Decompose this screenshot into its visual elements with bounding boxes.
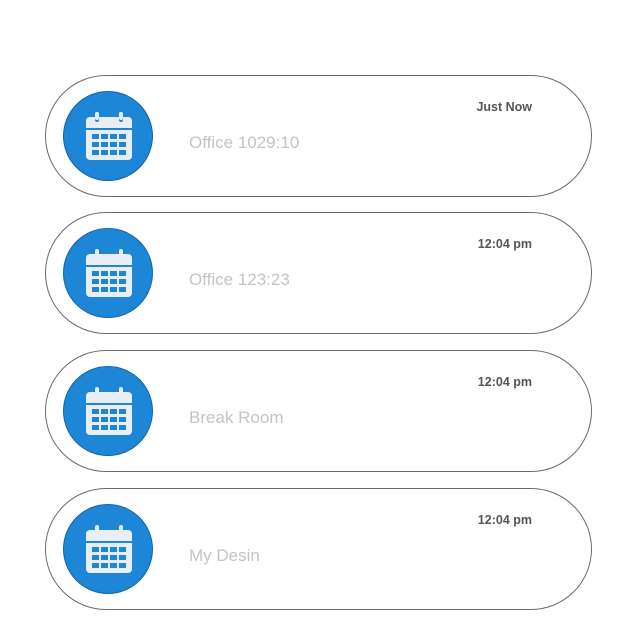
item-title: Break Room (189, 408, 284, 427)
calendar-avatar (63, 504, 153, 594)
item-title: My Desin (189, 546, 260, 565)
list-item[interactable]: My Desin 12:04 pm (45, 488, 592, 610)
calendar-icon (86, 525, 132, 573)
calendar-avatar (63, 91, 153, 181)
item-time: 12:04 pm (477, 513, 532, 527)
item-time: 12:04 pm (477, 237, 532, 251)
list-item[interactable]: Office 123:23 12:04 pm (45, 212, 592, 334)
calendar-avatar (63, 366, 153, 456)
calendar-icon (86, 249, 132, 297)
item-title: Office 1029:10 (189, 133, 300, 152)
calendar-icon (86, 112, 132, 160)
list-item[interactable]: Office 1029:10 Just Now (45, 75, 592, 197)
calendar-icon (86, 387, 132, 435)
item-time: 12:04 pm (477, 375, 532, 389)
item-time: Just Now (476, 100, 532, 114)
item-title: Office 123:23 (189, 270, 290, 289)
calendar-avatar (63, 228, 153, 318)
list-item[interactable]: Break Room 12:04 pm (45, 350, 592, 472)
